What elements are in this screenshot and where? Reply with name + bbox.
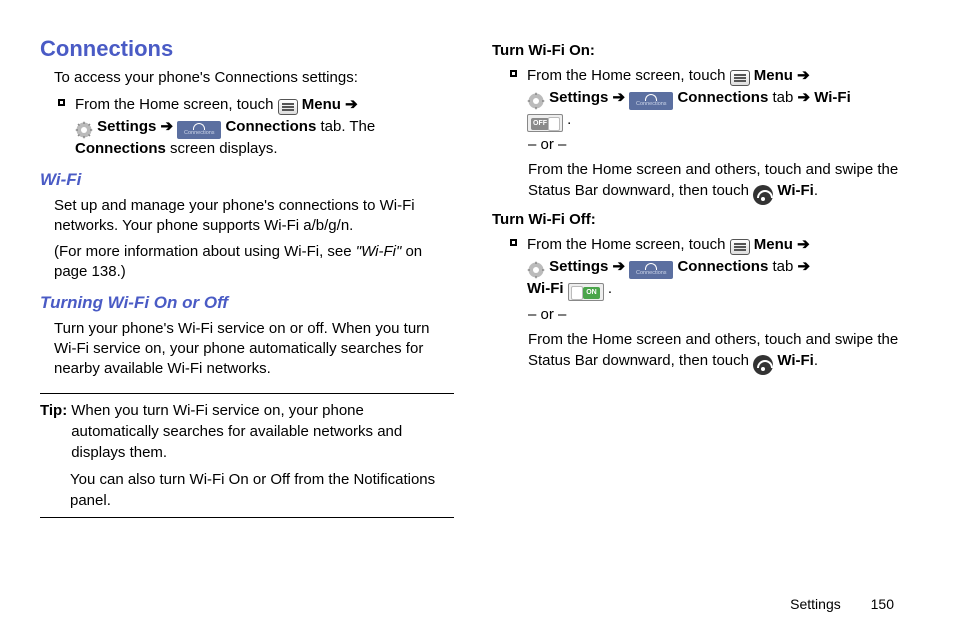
right-column: Turn Wi-Fi On: From the Home screen, tou… [492, 36, 906, 518]
tip-row: Tip: When you turn Wi-Fi service on, you… [40, 400, 454, 463]
square-bullet-icon [58, 99, 65, 106]
wifi-p1: Set up and manage your phone's connectio… [54, 196, 454, 237]
footer-page-number: 150 [871, 596, 894, 612]
tab-text: tab. The [316, 118, 375, 135]
page-footer: Settings 150 [790, 596, 894, 612]
connections-tab-icon [629, 92, 673, 110]
tab-text: tab [768, 258, 797, 275]
arrow-icon: ➔ [613, 89, 626, 106]
turn-on-bullet: From the Home screen, touch Menu ➔ Setti… [510, 65, 906, 130]
turn-off-header: Turn Wi-Fi Off: [492, 211, 906, 228]
tip-text-1: When you turn Wi-Fi service on, your pho… [71, 400, 454, 463]
left-column: Connections To access your phone's Conne… [40, 36, 454, 518]
or-divider: – or – [528, 306, 906, 323]
screen-displays: screen displays. [166, 140, 278, 157]
alt-off-pre: From the Home screen and others, touch a… [528, 331, 898, 369]
arrow-icon: ➔ [797, 89, 810, 106]
tip-label: Tip: [40, 400, 67, 463]
access-content: From the Home screen, touch Menu ➔ Setti… [75, 94, 454, 159]
from-home: From the Home screen, touch [527, 236, 730, 253]
alt-on-text: From the Home screen and others, touch a… [528, 159, 906, 201]
wifi-p2: (For more information about using Wi-Fi,… [54, 242, 454, 283]
menu-icon [730, 70, 750, 86]
footer-section: Settings [790, 596, 841, 612]
access-pre: From the Home screen, touch [75, 96, 278, 113]
period: . [608, 280, 612, 297]
period: . [814, 352, 818, 369]
menu-label: Menu [754, 67, 797, 84]
wifi-label: Wi-Fi [777, 352, 814, 369]
connections-label: Connections [225, 118, 316, 135]
wifi-status-icon [753, 185, 773, 205]
settings-icon [527, 92, 545, 110]
page-columns: Connections To access your phone's Conne… [40, 36, 906, 518]
arrow-icon: ➔ [797, 67, 810, 84]
connections-tab-icon [629, 261, 673, 279]
wifi-p2a: (For more information about using Wi-Fi,… [54, 243, 356, 260]
turn-on-header: Turn Wi-Fi On: [492, 42, 906, 59]
turn-on-content: From the Home screen, touch Menu ➔ Setti… [527, 65, 906, 130]
wifi-toggle-off-icon [527, 114, 563, 132]
section-title: Connections [40, 36, 454, 62]
turn-off-bullet: From the Home screen, touch Menu ➔ Setti… [510, 234, 906, 299]
connections-tab-icon [177, 121, 221, 139]
turn-off-content: From the Home screen, touch Menu ➔ Setti… [527, 234, 906, 299]
menu-label: Menu [754, 236, 797, 253]
access-bullet: From the Home screen, touch Menu ➔ Setti… [58, 94, 454, 159]
settings-label: Settings [549, 89, 612, 106]
from-home: From the Home screen, touch [527, 67, 730, 84]
settings-icon [527, 261, 545, 279]
wifi-status-icon [753, 355, 773, 375]
alt-off-text: From the Home screen and others, touch a… [528, 329, 906, 371]
turning-subtitle: Turning Wi-Fi On or Off [40, 293, 454, 313]
wifi-subtitle: Wi-Fi [40, 170, 454, 190]
connections-label: Connections [677, 89, 768, 106]
tip-box: Tip: When you turn Wi-Fi service on, you… [40, 393, 454, 518]
menu-icon [730, 239, 750, 255]
tab-text: tab [768, 89, 797, 106]
menu-icon [278, 99, 298, 115]
intro-text: To access your phone's Connections setti… [54, 68, 454, 88]
wifi-label: Wi-Fi [814, 89, 851, 106]
wifi-label: Wi-Fi [777, 182, 814, 199]
arrow-icon: ➔ [797, 258, 810, 275]
arrow-icon: ➔ [797, 236, 810, 253]
tip-text-2: You can also turn Wi-Fi On or Off from t… [70, 469, 454, 511]
settings-label: Settings [549, 258, 612, 275]
connections-label: Connections [677, 258, 768, 275]
period: . [567, 111, 571, 128]
menu-label: Menu [302, 96, 345, 113]
or-divider: – or – [528, 136, 906, 153]
wifi-label: Wi-Fi [527, 280, 568, 297]
period: . [814, 182, 818, 199]
settings-label: Settings [97, 118, 160, 135]
wifi-ref: "Wi-Fi" [356, 243, 402, 260]
arrow-icon: ➔ [345, 96, 358, 113]
alt-on-pre: From the Home screen and others, touch a… [528, 161, 898, 199]
arrow-icon: ➔ [161, 118, 174, 135]
square-bullet-icon [510, 239, 517, 246]
wifi-toggle-on-icon [568, 283, 604, 301]
settings-icon [75, 121, 93, 139]
connections-screen-label: Connections [75, 140, 166, 157]
arrow-icon: ➔ [613, 258, 626, 275]
square-bullet-icon [510, 70, 517, 77]
turning-p: Turn your phone's Wi-Fi service on or of… [54, 319, 454, 380]
